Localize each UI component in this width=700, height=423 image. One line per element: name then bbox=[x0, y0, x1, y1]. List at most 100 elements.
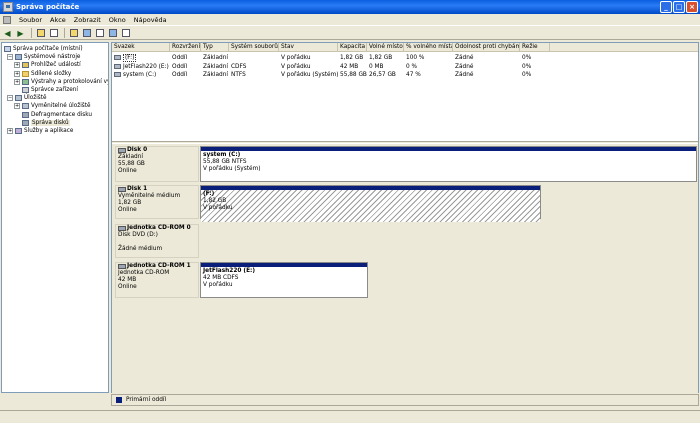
legend-label: Primární oddíl bbox=[126, 397, 167, 403]
column-header[interactable]: Svazek bbox=[112, 43, 170, 52]
properties-icon[interactable] bbox=[68, 28, 79, 39]
tree-item[interactable]: Defragmentace disku bbox=[14, 111, 92, 119]
table-cell: Žádné bbox=[455, 72, 474, 78]
tree-item[interactable]: Správa disků bbox=[14, 119, 70, 127]
window-menu-icon[interactable] bbox=[3, 15, 11, 24]
minimize-button[interactable]: _ bbox=[660, 1, 672, 13]
partition[interactable]: (F:) 1,82 GB V pořádku bbox=[200, 185, 541, 222]
partition-name: (F:) bbox=[203, 191, 215, 197]
disk-info[interactable]: Disk 0 Základní 55,88 GB Online bbox=[115, 146, 199, 182]
store-icon bbox=[22, 103, 29, 110]
table-row[interactable]: JetFlash220 (E:) Oddíl Základní CDFS V pořád… bbox=[112, 63, 698, 71]
table-cell: 0% bbox=[522, 63, 532, 70]
tree-item[interactable]: + Prohlížeč událostí bbox=[14, 61, 81, 69]
expander-icon[interactable]: + bbox=[14, 103, 20, 110]
disk-info[interactable]: Jednotka CD-ROM 0 Disk DVD (D:) Žádné méd… bbox=[115, 224, 199, 258]
tree-item-label: Prohlížeč událostí bbox=[31, 62, 81, 69]
folder-icon bbox=[22, 70, 29, 77]
disk-name: Disk 1 bbox=[118, 186, 198, 193]
up-icon[interactable] bbox=[35, 28, 46, 39]
disk-name: Disk 0 bbox=[118, 147, 198, 154]
tree-item-label: Systémové nástroje bbox=[24, 54, 81, 61]
legend: Primární oddíl bbox=[111, 394, 699, 406]
table-cell: 0% bbox=[522, 72, 532, 78]
table-cell: V pořádku bbox=[281, 55, 311, 61]
column-header[interactable]: Systém souborů bbox=[229, 43, 279, 52]
table-row[interactable]: system (C:) Oddíl Základní NTFS V pořádku (S… bbox=[112, 71, 698, 79]
expander-icon[interactable]: + bbox=[14, 78, 20, 85]
table-cell: 0% bbox=[522, 55, 532, 61]
expander-icon[interactable]: + bbox=[14, 62, 20, 69]
cdrom-icon bbox=[118, 264, 126, 269]
menu-akce[interactable]: Akce bbox=[46, 16, 70, 24]
table-cell: 26,57 GB bbox=[369, 72, 396, 78]
column-header[interactable]: Stav bbox=[279, 43, 338, 52]
tree-item[interactable]: − Systémové nástroje bbox=[7, 53, 80, 61]
volume-name: (F:) bbox=[123, 54, 137, 62]
maximize-button[interactable]: □ bbox=[673, 1, 685, 13]
menu-zobrazit[interactable]: Zobrazit bbox=[70, 16, 105, 24]
menu-okno[interactable]: Okno bbox=[105, 16, 130, 24]
expander-icon[interactable]: + bbox=[14, 70, 20, 77]
show-hide-tree-icon[interactable] bbox=[48, 28, 59, 39]
details-pane: Svazek Rozvržení Typ Systém souborů Stav Kapa… bbox=[111, 42, 699, 394]
column-header[interactable]: Volné místo bbox=[367, 43, 404, 52]
partition-text: JetFlash220 (E:) 42 MB CDFS V pořádku bbox=[201, 267, 367, 289]
tree-item-label: Správa disků bbox=[31, 119, 70, 126]
table-row[interactable]: (F:) Oddíl Základní V pořádku 1,82 GB 1,82 GB… bbox=[112, 54, 698, 62]
disk-type: Jednotka CD-ROM bbox=[118, 270, 170, 276]
partition-body: system (C:) 55,88 GB NTFS V pořádku (Systé… bbox=[201, 151, 696, 173]
disk-info[interactable]: Disk 1 Vyměnitelné médium 1,82 GB Online bbox=[115, 185, 199, 219]
toolbar-separator bbox=[31, 28, 32, 38]
table-cell bbox=[229, 54, 279, 62]
view-icon[interactable] bbox=[120, 28, 131, 39]
expander-icon[interactable]: − bbox=[7, 54, 13, 61]
refresh-icon[interactable] bbox=[94, 28, 105, 39]
tree-item[interactable]: + Služby a aplikace bbox=[7, 127, 73, 135]
table-cell: (F:) bbox=[112, 54, 170, 62]
volume-table-header: Svazek Rozvržení Typ Systém souborů Stav Kapa… bbox=[112, 43, 698, 52]
partition-status: V pořádku (Systém) bbox=[203, 166, 261, 172]
partition[interactable]: system (C:) 55,88 GB NTFS V pořádku (Systé… bbox=[200, 146, 697, 182]
disk-name-text: Disk 0 bbox=[127, 147, 148, 153]
menu-soubor[interactable]: Soubor bbox=[15, 16, 46, 24]
tree-item-label: Správa počítače (místní) bbox=[13, 46, 83, 52]
disk-info[interactable]: Jednotka CD-ROM 1 Jednotka CD-ROM 42 MB Onl… bbox=[115, 262, 199, 298]
column-header[interactable]: Rozvržení bbox=[170, 43, 201, 52]
tree-item[interactable]: − Úložiště bbox=[7, 94, 46, 102]
forward-icon[interactable]: ▶ bbox=[15, 28, 26, 39]
partition-status: V pořádku bbox=[203, 205, 233, 211]
expander-icon[interactable]: + bbox=[7, 128, 13, 134]
computer-management-icon bbox=[3, 2, 13, 12]
column-header[interactable]: Režie bbox=[520, 43, 550, 52]
help-icon[interactable] bbox=[81, 28, 92, 39]
expander-icon[interactable]: − bbox=[7, 95, 13, 102]
tree-item[interactable]: Správa počítače (místní) bbox=[4, 45, 83, 53]
tree-item[interactable]: + Výstrahy a protokolování výk bbox=[14, 78, 108, 86]
export-icon[interactable] bbox=[107, 28, 118, 39]
back-icon[interactable]: ◀ bbox=[2, 28, 13, 39]
tree-item[interactable]: Správce zařízení bbox=[14, 86, 78, 94]
column-header[interactable]: % volného místa bbox=[404, 43, 453, 52]
partition-detail: 42 MB CDFS bbox=[203, 275, 239, 281]
table-cell: Oddíl bbox=[172, 72, 188, 78]
volume-name: system (C:) bbox=[123, 72, 157, 78]
column-header[interactable]: Typ bbox=[201, 43, 229, 52]
partition-name: JetFlash220 (E:) bbox=[203, 268, 255, 274]
menu-napoveda[interactable]: Nápověda bbox=[130, 16, 171, 24]
tree-item[interactable]: + Vyměnitelné úložiště bbox=[14, 102, 90, 110]
partition-name: system (C:) bbox=[203, 152, 241, 158]
disk-icon bbox=[22, 119, 29, 126]
close-button[interactable]: × bbox=[686, 1, 698, 13]
table-cell: NTFS bbox=[231, 72, 246, 78]
disk-size: 42 MB bbox=[118, 277, 137, 283]
partition[interactable]: JetFlash220 (E:) 42 MB CDFS V pořádku bbox=[200, 262, 368, 298]
tree-item-label: Defragmentace disku bbox=[31, 111, 92, 118]
tree-item[interactable]: + Sdílené složky bbox=[14, 70, 71, 78]
disk-type: Vyměnitelné médium bbox=[118, 193, 181, 199]
console-tree[interactable]: Správa počítače (místní) − Systémové nástr… bbox=[1, 42, 109, 393]
column-header[interactable]: Odolnost proti chybám bbox=[453, 43, 520, 52]
table-cell: 47 % bbox=[406, 72, 421, 78]
column-header[interactable]: Kapacita bbox=[338, 43, 367, 52]
perf-icon bbox=[22, 78, 29, 85]
